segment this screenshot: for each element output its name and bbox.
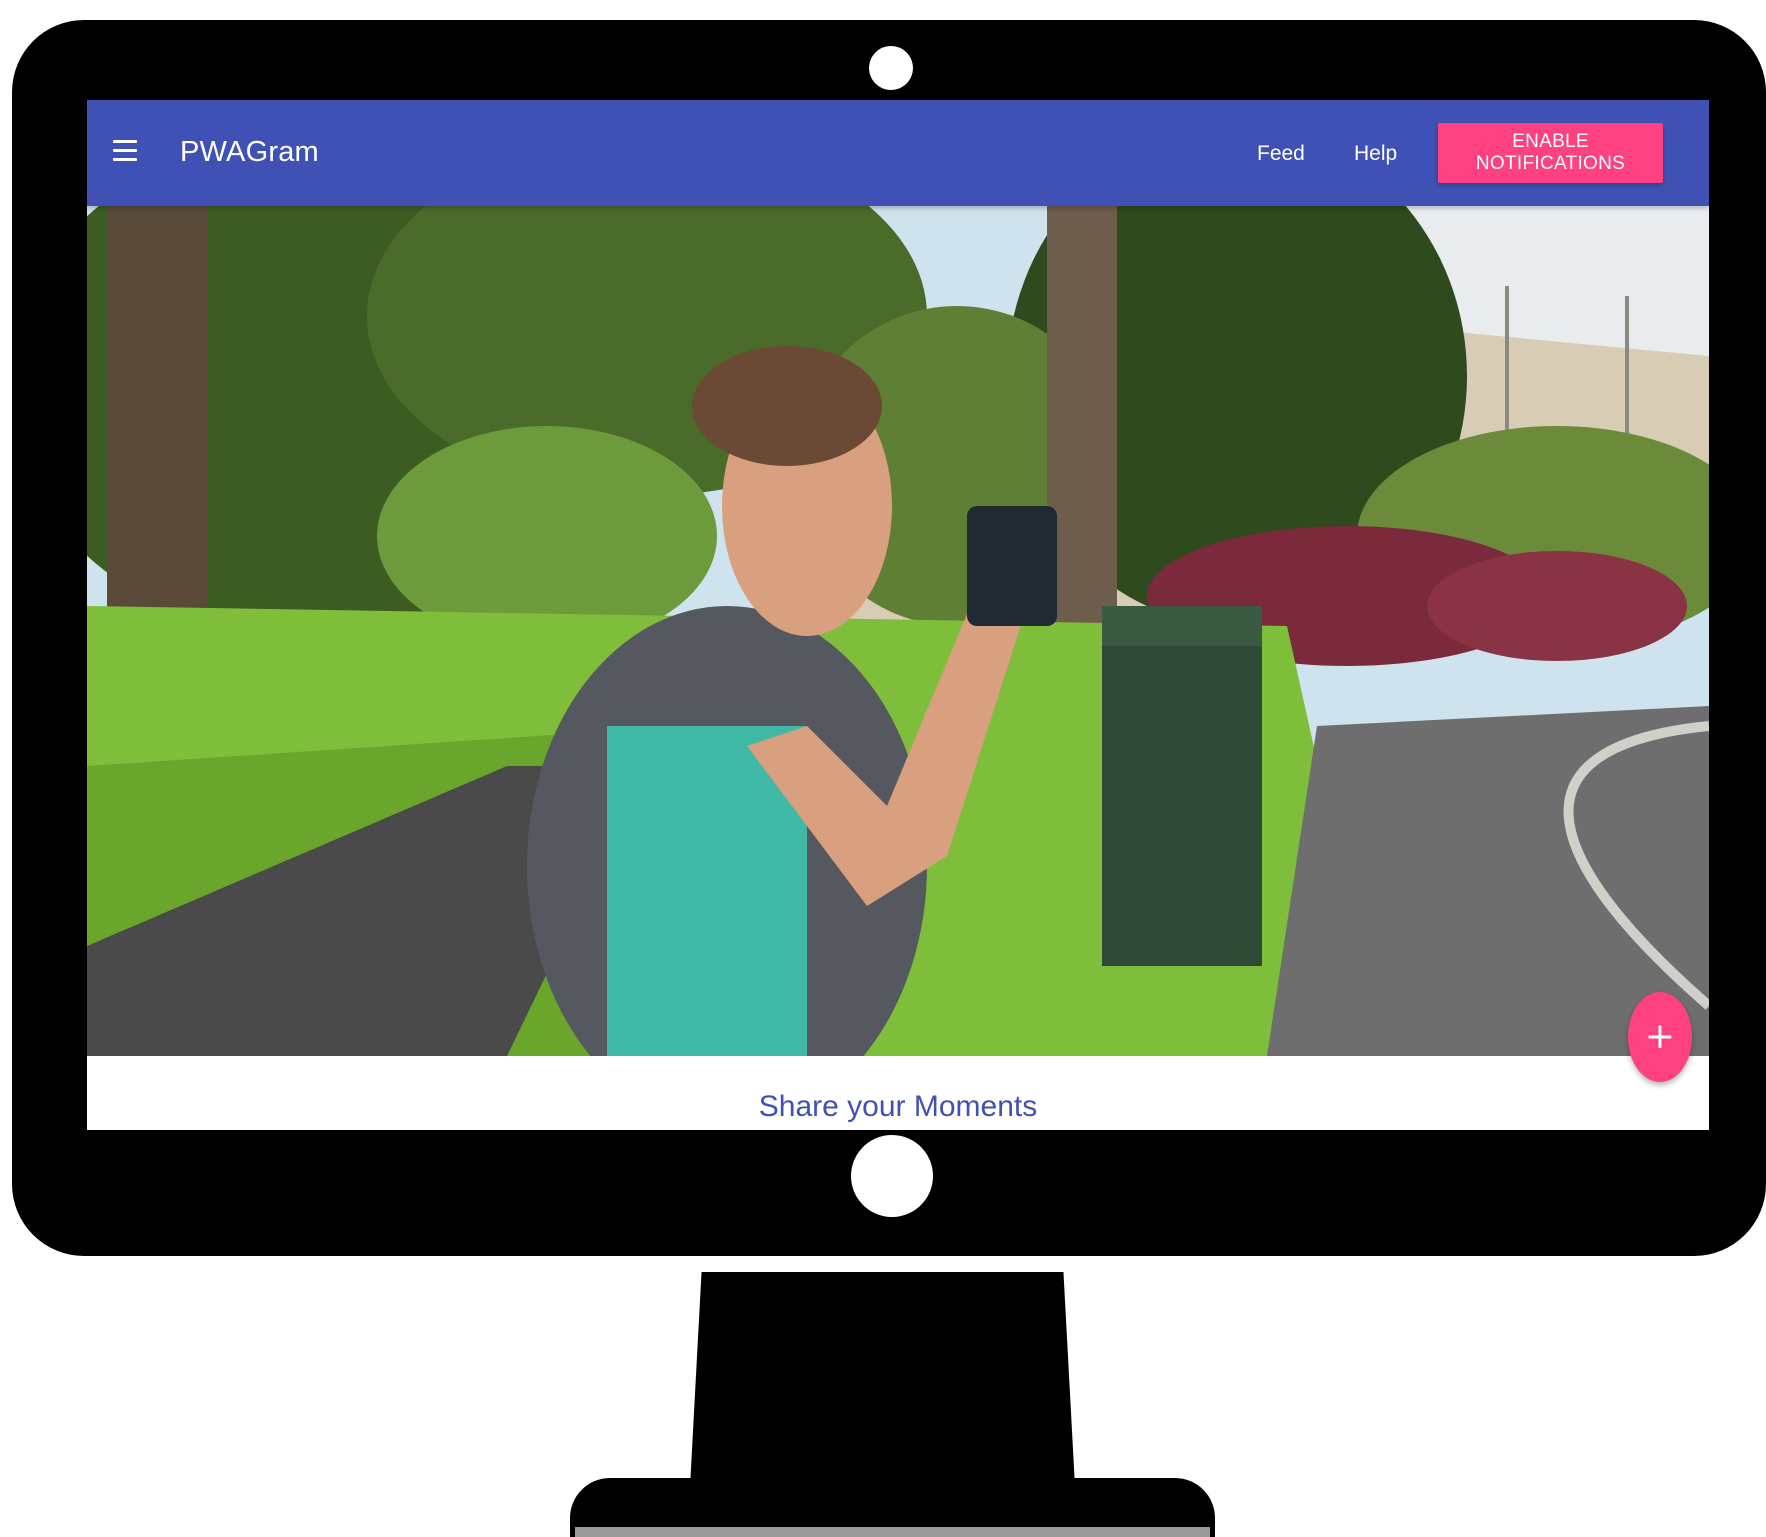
- hero-image: [87, 206, 1709, 1056]
- monitor-stand-base-edge: [575, 1527, 1210, 1537]
- app-screen: PWAGram Feed Help ENABLE NOTIFICATIONS +…: [87, 100, 1709, 1130]
- app-bar: PWAGram Feed Help ENABLE NOTIFICATIONS: [87, 100, 1709, 206]
- add-post-fab[interactable]: +: [1628, 992, 1692, 1082]
- monitor-stand-neck: [690, 1272, 1075, 1487]
- app-title: PWAGram: [180, 136, 319, 168]
- hamburger-menu-icon[interactable]: [113, 140, 137, 162]
- nav-link-feed[interactable]: Feed: [1257, 142, 1305, 166]
- share-moments-heading: Share your Moments: [758, 1090, 1038, 1123]
- monitor-mockup: PWAGram Feed Help ENABLE NOTIFICATIONS +…: [0, 0, 1766, 1537]
- monitor-home-button: [851, 1135, 933, 1217]
- hero-photo-illustration: [87, 206, 1709, 1056]
- nav-link-help[interactable]: Help: [1354, 142, 1397, 166]
- camera-icon: [869, 46, 913, 90]
- plus-icon: +: [1644, 1016, 1676, 1057]
- enable-notifications-button[interactable]: ENABLE NOTIFICATIONS: [1438, 123, 1663, 183]
